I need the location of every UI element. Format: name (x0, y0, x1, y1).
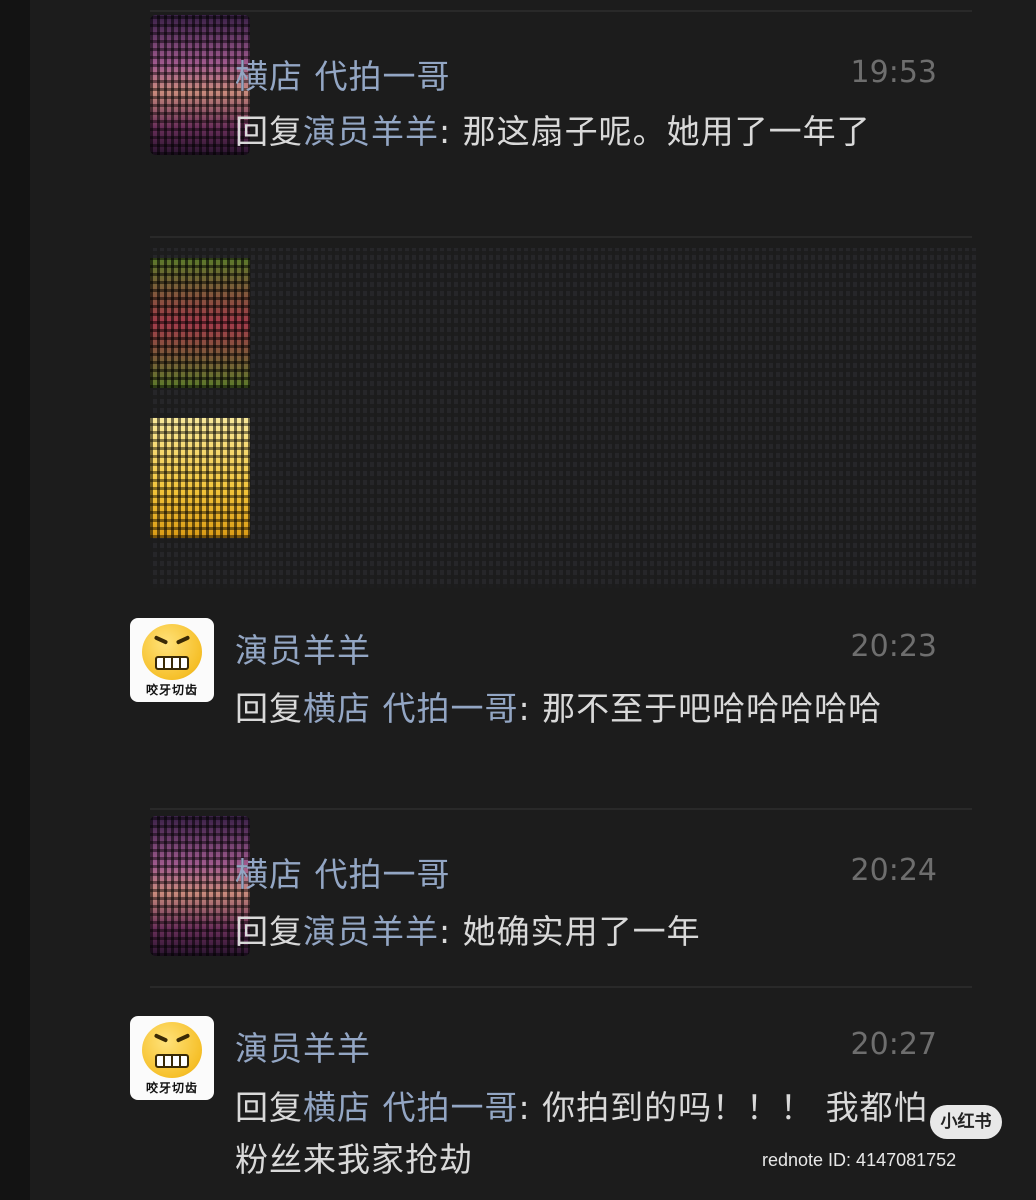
divider (150, 236, 972, 238)
comment-time: 19:53 (850, 55, 937, 90)
divider (150, 808, 972, 810)
emoji-caption: 咬牙切齿 (145, 683, 198, 697)
comment-text: : 那这扇子呢。她用了一年了 (439, 112, 871, 151)
emoji-caption: 咬牙切齿 (145, 1081, 198, 1095)
comment-body[interactable]: 回复横店 代拍一哥: 那不至于吧哈哈哈哈哈 (235, 683, 945, 735)
rednote-logo-badge: 小红书 (930, 1105, 1002, 1139)
divider (150, 986, 972, 988)
comment-author[interactable]: 演员羊羊 (235, 1022, 371, 1070)
reply-prefix: 回复 (235, 112, 303, 151)
comment-body[interactable]: 回复演员羊羊: 那这扇子呢。她用了一年了 (235, 106, 945, 158)
teeth-grinding-emoji-avatar[interactable]: 咬牙切齿 (130, 618, 214, 702)
comment-time: 20:27 (850, 1027, 937, 1062)
rednote-id-watermark: rednote ID: 4147081752 (762, 1150, 957, 1170)
comment-text: : 她确实用了一年 (439, 912, 701, 951)
reply-mention[interactable]: 演员羊羊 (303, 112, 439, 151)
angry-face-icon (142, 624, 202, 680)
redacted-avatar (150, 418, 250, 538)
reply-prefix: 回复 (235, 1088, 303, 1127)
reply-mention[interactable]: 横店 代拍一哥 (303, 1088, 519, 1127)
comment-time: 20:24 (850, 853, 937, 888)
teeth-grinding-emoji-avatar[interactable]: 咬牙切齿 (130, 1016, 214, 1100)
reply-prefix: 回复 (235, 689, 303, 728)
reply-prefix: 回复 (235, 912, 303, 951)
reply-mention[interactable]: 横店 代拍一哥 (303, 689, 519, 728)
redacted-comments (150, 248, 976, 588)
comment-body[interactable]: 回复演员羊羊: 她确实用了一年 (235, 906, 945, 958)
comment-author[interactable]: 横店 代拍一哥 (235, 50, 451, 98)
comment-text: : 那不至于吧哈哈哈哈哈 (518, 689, 883, 728)
comment-author[interactable]: 横店 代拍一哥 (235, 848, 451, 896)
divider (150, 10, 972, 12)
reply-mention[interactable]: 演员羊羊 (303, 912, 439, 951)
comment-author[interactable]: 演员羊羊 (235, 624, 371, 672)
comment-time: 20:23 (850, 629, 937, 664)
redacted-avatar (150, 258, 250, 388)
angry-face-icon (142, 1022, 202, 1078)
